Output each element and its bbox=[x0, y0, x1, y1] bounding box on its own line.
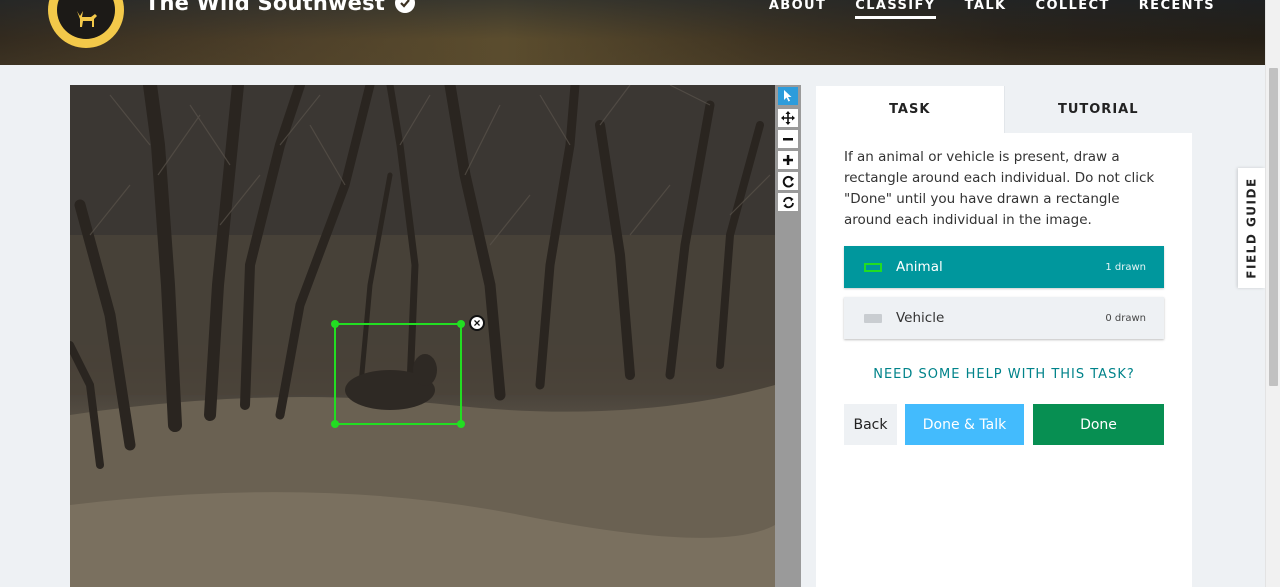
animal-bounding-box[interactable] bbox=[331, 320, 465, 428]
project-title[interactable]: The Wild Southwest bbox=[145, 0, 416, 15]
done-and-talk-button[interactable]: Done & Talk bbox=[905, 404, 1024, 445]
delete-mark-icon[interactable]: × bbox=[469, 315, 485, 331]
animal-tool-button[interactable]: Animal 1 drawn bbox=[844, 246, 1164, 288]
task-tabs: TASK TUTORIAL bbox=[816, 86, 1192, 133]
rotate-icon[interactable] bbox=[778, 172, 798, 190]
vehicle-tool-label: Vehicle bbox=[896, 310, 945, 326]
bbox-handle-top-left[interactable] bbox=[331, 320, 339, 328]
animal-swatch-icon bbox=[864, 262, 882, 272]
scrollbar-thumb[interactable] bbox=[1269, 68, 1278, 386]
project-header: The Wild Southwest ABOUT CLASSIFY TALK C… bbox=[0, 0, 1265, 65]
pointer-icon[interactable] bbox=[778, 87, 798, 105]
deer-logo-icon bbox=[57, 0, 115, 39]
done-button[interactable]: Done bbox=[1033, 404, 1164, 445]
page-scrollbar[interactable] bbox=[1265, 0, 1280, 587]
nav-talk[interactable]: TALK bbox=[965, 0, 1007, 19]
bbox-handle-bottom-right[interactable] bbox=[457, 420, 465, 428]
zoom-out-icon[interactable] bbox=[778, 130, 798, 148]
vehicle-swatch-icon bbox=[864, 313, 882, 323]
nav-collect[interactable]: COLLECT bbox=[1036, 0, 1110, 19]
nav-classify[interactable]: CLASSIFY bbox=[855, 0, 936, 19]
nav-recents[interactable]: RECENTS bbox=[1139, 0, 1215, 19]
project-title-text[interactable]: The Wild Southwest bbox=[145, 0, 385, 15]
verified-badge-icon bbox=[395, 0, 416, 13]
field-guide-tab[interactable]: FIELD GUIDE bbox=[1238, 168, 1265, 288]
tab-tutorial[interactable]: TUTORIAL bbox=[1003, 86, 1192, 133]
move-icon[interactable] bbox=[778, 109, 798, 127]
animal-tool-label: Animal bbox=[896, 259, 943, 275]
vehicle-tool-count: 0 drawn bbox=[1105, 312, 1146, 324]
task-help-link[interactable]: NEED SOME HELP WITH THIS TASK? bbox=[844, 367, 1164, 382]
bbox-handle-bottom-left[interactable] bbox=[331, 420, 339, 428]
vehicle-tool-button[interactable]: Vehicle 0 drawn bbox=[844, 297, 1164, 339]
subject-viewer[interactable]: × bbox=[70, 85, 775, 587]
project-avatar[interactable] bbox=[48, 0, 124, 48]
nav-about[interactable]: ABOUT bbox=[769, 0, 826, 19]
field-guide-label: FIELD GUIDE bbox=[1244, 177, 1259, 279]
zoom-in-icon[interactable] bbox=[778, 151, 798, 169]
task-instructions: If an animal or vehicle is present, draw… bbox=[844, 149, 1155, 228]
reset-icon[interactable] bbox=[778, 193, 798, 211]
viewer-toolbar bbox=[775, 85, 801, 587]
back-button[interactable]: Back bbox=[844, 404, 897, 445]
tab-task[interactable]: TASK bbox=[816, 86, 1004, 133]
task-panel: TASK TUTORIAL If an animal or vehicle is… bbox=[816, 86, 1192, 587]
bbox-handle-top-right[interactable] bbox=[457, 320, 465, 328]
project-nav: ABOUT CLASSIFY TALK COLLECT RECENTS bbox=[769, 0, 1215, 19]
animal-tool-count: 1 drawn bbox=[1105, 261, 1146, 273]
